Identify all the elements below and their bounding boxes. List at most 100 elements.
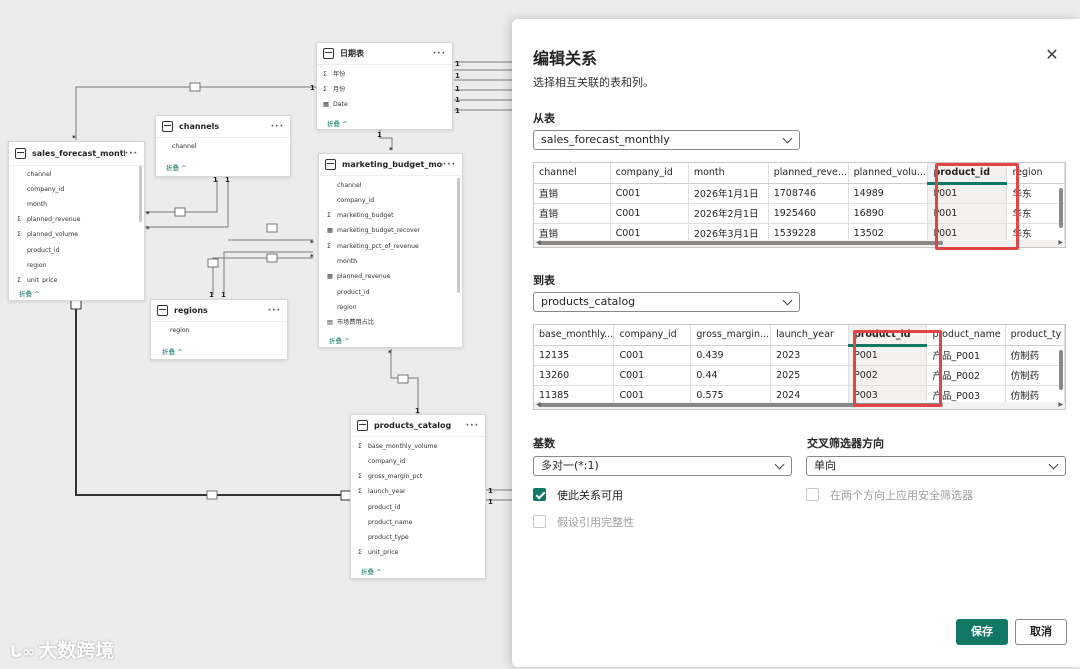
cancel-button[interactable]: 取消: [1015, 619, 1067, 645]
field-row[interactable]: company_id: [327, 196, 374, 206]
sum-icon: Σ: [358, 443, 362, 450]
more-options-button[interactable]: ···: [268, 306, 281, 316]
column-header[interactable]: product_ty: [1005, 325, 1065, 346]
column-header[interactable]: company_id: [613, 325, 692, 346]
close-icon[interactable]: ✕: [1044, 47, 1060, 63]
table-card-marketing-budget-monthly[interactable]: marketing_budget_monthly··· channel comp…: [318, 153, 463, 348]
security-filter-checkbox[interactable]: [806, 488, 819, 501]
scroll-left-icon[interactable]: ◀: [536, 401, 541, 408]
collapse-button[interactable]: 折叠 ^: [162, 346, 183, 356]
field-row[interactable]: ▦ planned_revenue: [327, 272, 390, 282]
make-active-checkbox[interactable]: [533, 488, 546, 501]
table-card-products-catalog[interactable]: products_catalog ··· Σbase_monthly_volume…: [350, 414, 486, 579]
scroll-left-icon[interactable]: ◀: [536, 239, 541, 246]
field-row[interactable]: Σplanned_revenue: [17, 215, 80, 225]
field-row[interactable]: month: [327, 257, 357, 267]
cardinality-many: *: [388, 349, 392, 357]
cardinality-one: 1: [213, 176, 218, 184]
sum-icon: Σ: [17, 231, 21, 238]
from-table-dropdown[interactable]: sales_forecast_monthly: [533, 130, 800, 150]
field-row[interactable]: month: [17, 200, 47, 210]
table-cell: 0.439: [690, 345, 772, 366]
field-row[interactable]: channel: [327, 181, 361, 191]
scrollbar[interactable]: [457, 178, 460, 293]
field-row[interactable]: channel: [172, 142, 196, 152]
field-row[interactable]: product_id: [358, 503, 401, 513]
table-card-channels[interactable]: channels ··· channel 折叠 ^: [155, 115, 291, 177]
assume-integrity-label: 假设引用完整性: [557, 516, 634, 529]
column-header[interactable]: month: [688, 163, 769, 184]
scrollbar[interactable]: [139, 166, 142, 222]
field-row[interactable]: region: [170, 326, 190, 336]
vertical-scrollbar[interactable]: [1059, 350, 1063, 390]
field-row[interactable]: product_type: [358, 533, 409, 543]
horizontal-scrollbar-thumb[interactable]: [538, 241, 943, 245]
vertical-scrollbar[interactable]: [1059, 188, 1063, 228]
crossfilter-dropdown[interactable]: 单向: [806, 456, 1066, 476]
column-header[interactable]: gross_margin...: [690, 325, 772, 346]
field-row[interactable]: Σunit_price: [17, 276, 57, 283]
field-row[interactable]: channel: [17, 170, 51, 180]
field-row[interactable]: region: [327, 303, 357, 313]
table-title: sales_forecast_monthly: [32, 149, 125, 158]
field-row[interactable]: Σlaunch_year: [358, 487, 406, 497]
collapse-button[interactable]: 折叠 ^: [361, 566, 382, 576]
table-row: 12135 C001 0.439 2023 P001 产品_P001 仿制药: [534, 345, 1065, 366]
field-row[interactable]: ▦ marketing_budget_recover: [327, 226, 420, 236]
more-options-button[interactable]: ···: [433, 49, 446, 59]
field-row[interactable]: Σbase_monthly_volume: [358, 442, 437, 452]
collapse-button[interactable]: 折叠 ^: [327, 118, 348, 128]
field-row[interactable]: company_id: [358, 457, 405, 467]
save-button[interactable]: 保存: [956, 619, 1008, 645]
table-icon: [325, 159, 336, 170]
panel-title: 编辑关系: [533, 49, 598, 68]
column-header[interactable]: planned_volu...: [848, 163, 929, 184]
field-row[interactable]: Σmarketing_pct_of_revenue: [327, 242, 419, 252]
horizontal-scrollbar-track[interactable]: ◀ ▶: [534, 401, 1065, 409]
sum-icon: Σ: [323, 86, 327, 93]
field-row[interactable]: product_id: [327, 288, 370, 298]
scroll-right-icon[interactable]: ▶: [1058, 239, 1063, 246]
field-row[interactable]: product_id: [17, 246, 60, 256]
field-row[interactable]: ▤ 市场费用占比: [327, 318, 374, 328]
to-table-label: 到表: [533, 274, 555, 287]
collapse-button[interactable]: 折叠 ^: [329, 335, 350, 345]
field-row[interactable]: Σgross_margin_pct: [358, 472, 422, 482]
table-icon: [15, 148, 26, 159]
highlight-box: [935, 163, 1019, 250]
field-row[interactable]: Σmarketing_budget: [327, 211, 394, 221]
table-cell: 13260: [534, 365, 615, 386]
scroll-right-icon[interactable]: ▶: [1058, 401, 1063, 408]
assume-integrity-checkbox[interactable]: [533, 515, 546, 528]
collapse-button[interactable]: 折叠 ^: [19, 288, 40, 298]
field-row[interactable]: Σplanned_volume: [17, 230, 78, 240]
column-header[interactable]: channel: [534, 163, 611, 184]
collapse-button[interactable]: 折叠 ^: [166, 162, 187, 172]
field-row[interactable]: region: [17, 261, 47, 271]
column-header[interactable]: company_id: [610, 163, 689, 184]
to-table-dropdown[interactable]: products_catalog: [533, 292, 800, 312]
field-row[interactable]: company_id: [17, 185, 64, 195]
cardinality-dropdown[interactable]: 多对一(*:1): [533, 456, 792, 476]
table-cell: 直销: [534, 183, 611, 204]
field-row[interactable]: Σ 年份: [323, 70, 345, 80]
to-table-preview[interactable]: base_monthly... company_id gross_margin...…: [533, 324, 1066, 410]
more-options-button[interactable]: ···: [125, 149, 138, 159]
field-row[interactable]: Σunit_price: [358, 548, 398, 558]
field-row[interactable]: Σ 月份: [323, 85, 345, 95]
table-cell: 直销: [534, 203, 611, 224]
table-title: channels: [179, 122, 220, 131]
field-row[interactable]: ▦ Date: [323, 100, 348, 110]
column-header[interactable]: launch_year: [770, 325, 849, 346]
column-header[interactable]: planned_reve...: [768, 163, 849, 184]
table-card-sales-forecast-monthly[interactable]: sales_forecast_monthly··· channel compan…: [8, 141, 145, 301]
more-options-button[interactable]: ···: [271, 122, 284, 132]
field-row[interactable]: product_name: [358, 518, 412, 528]
table-card-date[interactable]: 日期表 ··· Σ 年份 Σ 月份 ▦ Date 折叠 ^: [316, 42, 453, 130]
chevron-down-icon: [1048, 459, 1059, 470]
more-options-button[interactable]: ···: [466, 421, 479, 431]
table-cell: C001: [613, 345, 692, 366]
table-card-regions[interactable]: regions ··· region 折叠 ^: [150, 299, 288, 360]
more-options-button[interactable]: ···: [443, 160, 456, 170]
column-header[interactable]: base_monthly...: [534, 325, 615, 346]
